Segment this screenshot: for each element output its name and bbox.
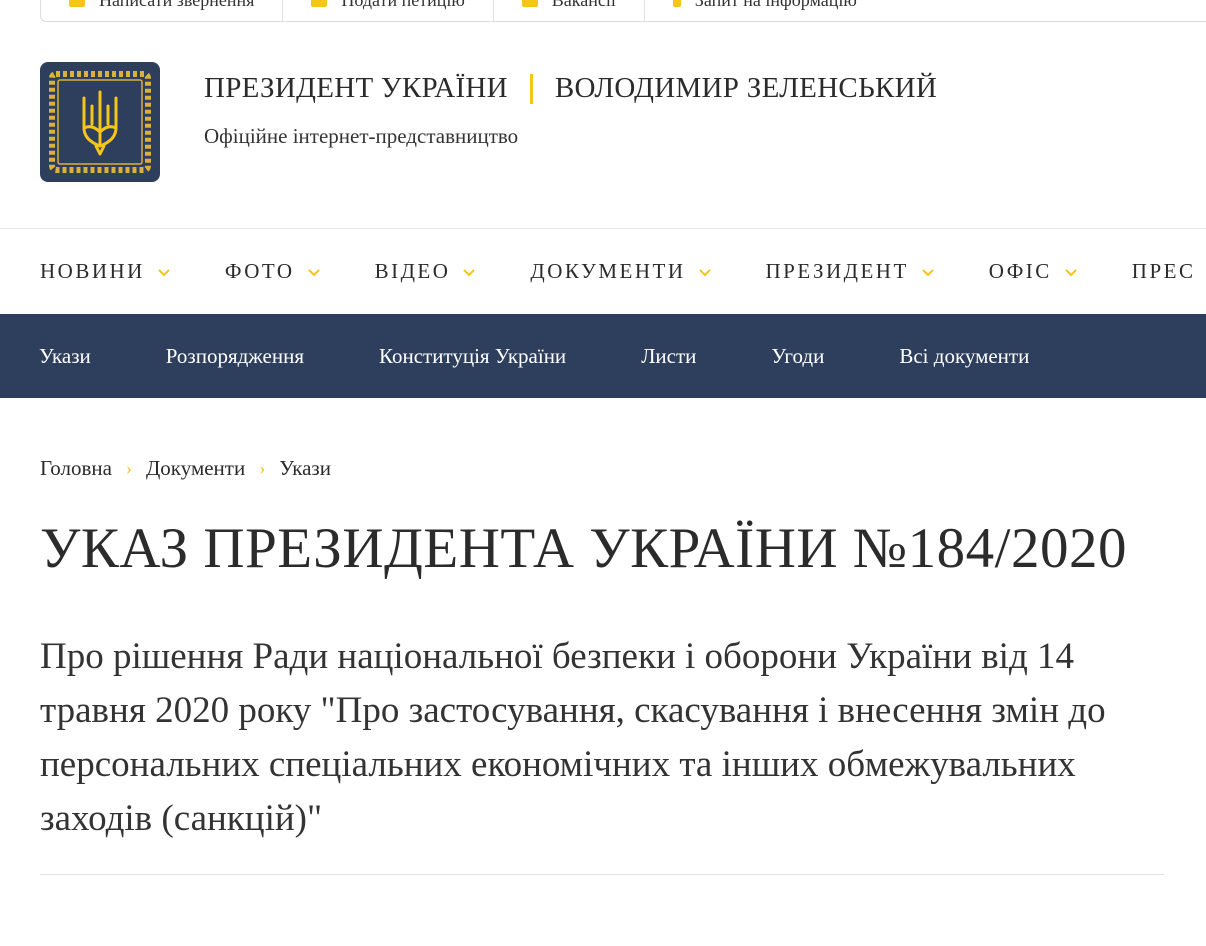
nav-item-label: ДОКУМЕНТИ: [530, 259, 686, 283]
nav-item-press[interactable]: ПРЕС: [1132, 259, 1196, 284]
site-logo[interactable]: [40, 62, 160, 182]
topbar-item-label: Подати петицію: [341, 0, 464, 11]
chevron-down-icon: [463, 268, 476, 276]
chevron-down-icon: [307, 268, 320, 276]
nav-item-office[interactable]: ОФІС: [989, 259, 1078, 284]
document-subtitle: Про рішення Ради національної безпеки і …: [40, 636, 1106, 839]
info-icon: [672, 0, 681, 7]
nav-item-label: ОФІС: [988, 259, 1052, 283]
site-title-name: ВОЛОДИМИР ЗЕЛЕНСЬКИЙ: [554, 72, 938, 104]
nav-item-label: ВІДЕО: [374, 259, 451, 283]
chevron-down-icon: [158, 268, 170, 276]
nav-item-label: ФОТО: [224, 259, 295, 283]
site-subtitle: Офіційне інтернет-представництво: [204, 124, 519, 148]
sub-nav-constitution[interactable]: Конституція України: [379, 344, 566, 369]
documents-sub-nav: Укази Розпорядження Конституція України …: [0, 314, 1206, 398]
breadcrumb-separator-icon: ›: [259, 458, 266, 478]
nav-item-label: ПРЕЗИДЕНТ: [765, 259, 909, 283]
sub-nav-decrees[interactable]: Укази: [39, 344, 91, 369]
divider: [40, 874, 1164, 875]
breadcrumb-documents[interactable]: Документи: [146, 456, 245, 481]
breadcrumb-separator-icon: ›: [125, 458, 132, 478]
chevron-down-icon: [1065, 268, 1077, 276]
nav-item-news[interactable]: НОВИНИ: [40, 259, 171, 284]
topbar-item-label: Запит на інформацію: [695, 0, 857, 11]
chevron-down-icon: [922, 268, 934, 276]
nav-item-documents[interactable]: ДОКУМЕНТИ: [530, 259, 711, 284]
briefcase-icon: [521, 0, 538, 7]
top-utility-bar: Написати звернення Подати петицію Ваканс…: [40, 0, 1206, 22]
document-icon: [311, 0, 328, 7]
nav-item-label: НОВИНИ: [40, 259, 145, 283]
nav-item-video[interactable]: ВІДЕО: [375, 259, 477, 284]
main-nav: НОВИНИ ФОТО ВІДЕО ДОКУМЕНТИ ПРЕЗИДЕНТ ОФ…: [0, 228, 1206, 314]
sub-nav-agreements[interactable]: Угоди: [771, 344, 824, 369]
nav-item-photo[interactable]: ФОТО: [225, 259, 321, 284]
sub-nav-all-documents[interactable]: Всі документи: [899, 344, 1029, 369]
breadcrumb-home[interactable]: Головна: [40, 456, 112, 481]
topbar-item-petition[interactable]: Подати петицію: [283, 0, 494, 21]
pen-icon: [69, 0, 85, 7]
topbar-item-label: Написати звернення: [99, 0, 254, 11]
breadcrumb: Головна › Документи › Укази: [40, 456, 331, 481]
breadcrumb-decrees[interactable]: Укази: [279, 456, 331, 481]
nav-item-president[interactable]: ПРЕЗИДЕНТ: [766, 259, 935, 284]
chevron-down-icon: [698, 268, 711, 276]
trident-coat-of-arms-icon: [49, 71, 151, 173]
site-title[interactable]: ПРЕЗИДЕНТ УКРАЇНИ ВОЛОДИМИР ЗЕЛЕНСЬКИЙ: [204, 72, 937, 105]
nav-item-label: ПРЕС: [1131, 259, 1196, 283]
page-title: УКАЗ ПРЕЗИДЕНТА УКРАЇНИ №184/2020: [40, 517, 1128, 580]
topbar-item-appeal[interactable]: Написати звернення: [41, 0, 284, 21]
topbar-item-label: Вакансії: [552, 0, 616, 11]
topbar-item-vacancies[interactable]: Вакансії: [494, 0, 645, 21]
site-title-president: ПРЕЗИДЕНТ УКРАЇНИ: [204, 72, 508, 104]
sub-nav-letters[interactable]: Листи: [641, 344, 696, 369]
sub-nav-orders[interactable]: Розпорядження: [166, 344, 304, 369]
topbar-item-info-request[interactable]: Запит на інформацію: [645, 0, 885, 21]
title-separator: [529, 73, 533, 104]
